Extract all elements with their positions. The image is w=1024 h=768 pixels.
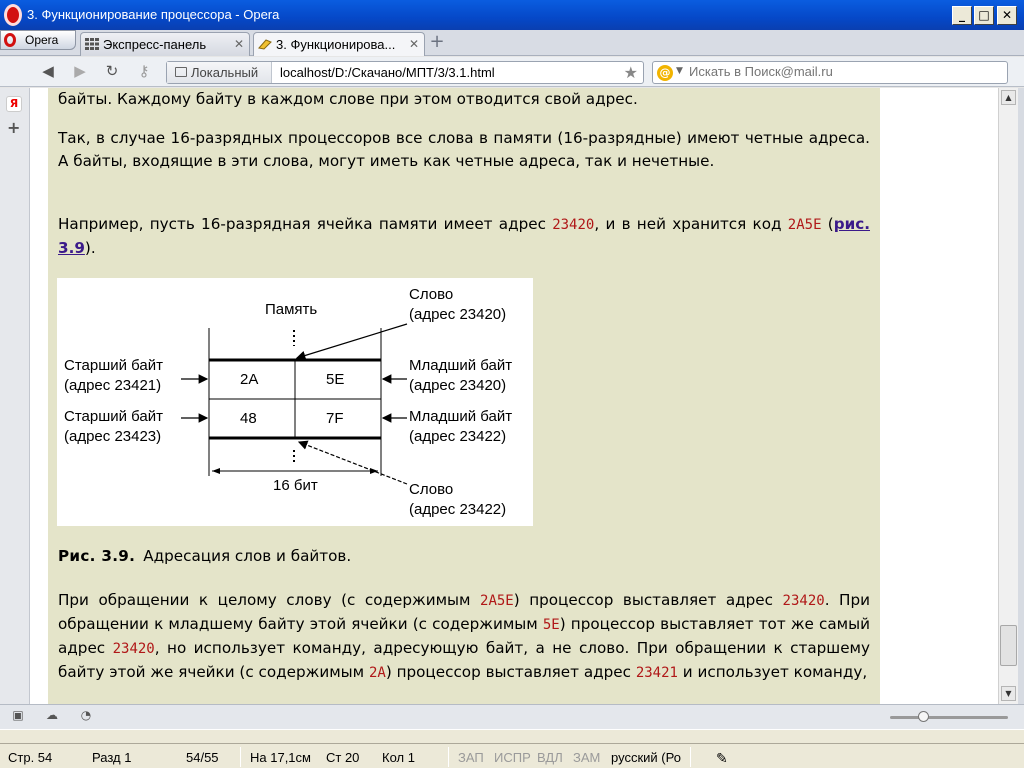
local-badge[interactable]: Локальный <box>167 62 272 83</box>
caption-number: Рис. 3.9. <box>58 547 136 565</box>
status-extend[interactable]: ВДЛ <box>537 750 563 765</box>
search-input[interactable] <box>689 64 989 79</box>
bookmark-star-icon[interactable]: ★ <box>624 63 638 82</box>
tab-label: Экспресс-панель <box>103 37 207 52</box>
word-top-address: (адрес 23420) <box>409 306 506 323</box>
opera-logo-icon <box>4 4 22 26</box>
minimize-button[interactable]: _ <box>952 6 972 25</box>
yandex-icon[interactable]: Я <box>6 96 22 112</box>
word-top-label: Слово <box>409 286 453 303</box>
paragraph-0: байты. Каждому байту в каждом слове при … <box>58 90 638 108</box>
high-byte-label-2: Старший байт <box>64 408 163 425</box>
close-tab-icon[interactable]: ✕ <box>234 37 244 51</box>
scroll-thumb[interactable] <box>1000 625 1017 666</box>
cell-hi-1: 2A <box>240 371 258 388</box>
close-button[interactable]: ✕ <box>997 6 1017 25</box>
status-line: Ст 20 <box>326 750 360 765</box>
speed-dial-grid-icon <box>85 38 99 50</box>
browser-status-bar: ▣ ☁ ◔ <box>0 704 1024 729</box>
status-language[interactable]: русский (Ро <box>611 750 681 765</box>
low-byte-address-1: (адрес 23420) <box>409 377 506 394</box>
panel-toggle-icon[interactable]: ▣ <box>8 708 28 726</box>
cloud-icon[interactable]: ☁ <box>42 708 62 726</box>
opera-menu-label: Opera <box>25 33 59 47</box>
tab-current-page[interactable]: 3. Функционирова... ✕ <box>253 32 425 56</box>
status-track[interactable]: ИСПР <box>494 750 531 765</box>
opera-menu-button[interactable]: Opera <box>0 30 76 50</box>
paragraph-2: Например, пусть 16-разрядная ячейка памя… <box>58 215 870 257</box>
high-byte-address-1: (адрес 23421) <box>64 377 161 394</box>
code-number: 2A5E <box>787 217 822 233</box>
tab-bar: Opera Экспресс-панель ✕ 3. Функционирова… <box>0 30 1024 56</box>
side-panel: Я + <box>0 88 30 704</box>
caption-text: Адресация слов и байтов. <box>143 547 352 565</box>
chevron-down-icon[interactable]: ▼ <box>676 66 683 76</box>
low-byte-label-1: Младший байт <box>409 357 512 374</box>
search-box[interactable]: @ ▼ <box>652 61 1008 84</box>
window-title: 3. Функционирование процессора - Opera <box>27 7 280 22</box>
bits-label: 16 бит <box>273 477 318 494</box>
zoom-slider-handle[interactable] <box>918 711 929 722</box>
memory-addressing-diagram: Память Слово (адрес 23420) 2A 5E 48 7F С… <box>64 286 512 518</box>
address-bar[interactable]: Локальный localhost/D:/Скачано/МПТ/3/3.1… <box>166 61 644 84</box>
status-record[interactable]: ЗАП <box>458 750 484 765</box>
new-tab-button[interactable]: + <box>428 33 446 52</box>
reload-icon[interactable]: ↻ <box>102 63 122 81</box>
url-text[interactable]: localhost/D:/Скачано/МПТ/3/3.1.html <box>280 65 495 80</box>
paragraph-3: При обращении к целому слову (с содержим… <box>58 591 870 681</box>
search-engine-icon[interactable]: @ <box>657 65 673 81</box>
word-bottom-label: Слово <box>409 481 453 498</box>
tab-label: 3. Функционирова... <box>276 37 396 52</box>
local-badge-label: Локальный <box>191 65 259 80</box>
opera-icon <box>4 33 16 47</box>
taskbar-ghost <box>0 730 1024 744</box>
close-tab-icon[interactable]: ✕ <box>409 37 419 51</box>
vertical-scrollbar[interactable]: ▲ ▼ <box>998 88 1018 704</box>
high-byte-address-2: (адрес 23423) <box>64 428 161 445</box>
spellcheck-icon[interactable]: ✎ <box>716 750 728 767</box>
back-arrow-icon[interactable]: ◀ <box>38 63 58 81</box>
status-section: Разд 1 <box>92 750 132 765</box>
scroll-up-button[interactable]: ▲ <box>1001 90 1016 105</box>
page-viewport[interactable]: байты. Каждому байту в каждом слове при … <box>30 88 998 704</box>
memory-label: Память <box>265 301 317 318</box>
low-byte-address-2: (адрес 23422) <box>409 428 506 445</box>
computer-icon <box>175 67 187 77</box>
cell-lo-1: 5E <box>326 371 344 388</box>
paragraph-1: Так, в случае 16-разрядных процессоров в… <box>58 129 870 170</box>
zoom-slider[interactable] <box>890 711 1008 722</box>
window-edge <box>1018 88 1024 704</box>
speedometer-icon[interactable]: ◔ <box>76 708 96 726</box>
navigation-bar: ◀ ▶ ↻ ⚷ Локальный localhost/D:/Скачано/М… <box>0 57 1024 87</box>
key-icon[interactable]: ⚷ <box>134 63 154 81</box>
status-page[interactable]: Стр. 54 <box>8 750 52 765</box>
code-number: 23420 <box>552 217 595 233</box>
document-content: байты. Каждому байту в каждом слове при … <box>48 88 880 704</box>
tab-speed-dial[interactable]: Экспресс-панель ✕ <box>80 32 250 56</box>
high-byte-label-1: Старший байт <box>64 357 163 374</box>
maximize-button[interactable]: □ <box>974 6 994 25</box>
cell-lo-2: 7F <box>326 410 344 427</box>
add-panel-icon[interactable]: + <box>7 118 20 137</box>
forward-arrow-icon[interactable]: ▶ <box>70 63 90 81</box>
word-status-bar: Стр. 54 Разд 1 54/55 На 17,1см Ст 20 Кол… <box>0 729 1024 768</box>
scroll-down-button[interactable]: ▼ <box>1001 686 1016 701</box>
title-bar: 3. Функционирование процессора - Opera _… <box>0 0 1024 30</box>
low-byte-label-2: Младший байт <box>409 408 512 425</box>
status-column: Кол 1 <box>382 750 415 765</box>
figure-3-9: Память Слово (адрес 23420) 2A 5E 48 7F С… <box>57 278 533 526</box>
word-bottom-address: (адрес 23422) <box>409 501 506 518</box>
status-position: На 17,1см <box>250 750 311 765</box>
cell-hi-2: 48 <box>240 410 257 427</box>
status-pages: 54/55 <box>186 750 219 765</box>
status-overtype[interactable]: ЗАМ <box>573 750 600 765</box>
page-icon <box>258 39 272 50</box>
figure-caption: Рис. 3.9. Адресация слов и байтов. <box>58 547 351 565</box>
